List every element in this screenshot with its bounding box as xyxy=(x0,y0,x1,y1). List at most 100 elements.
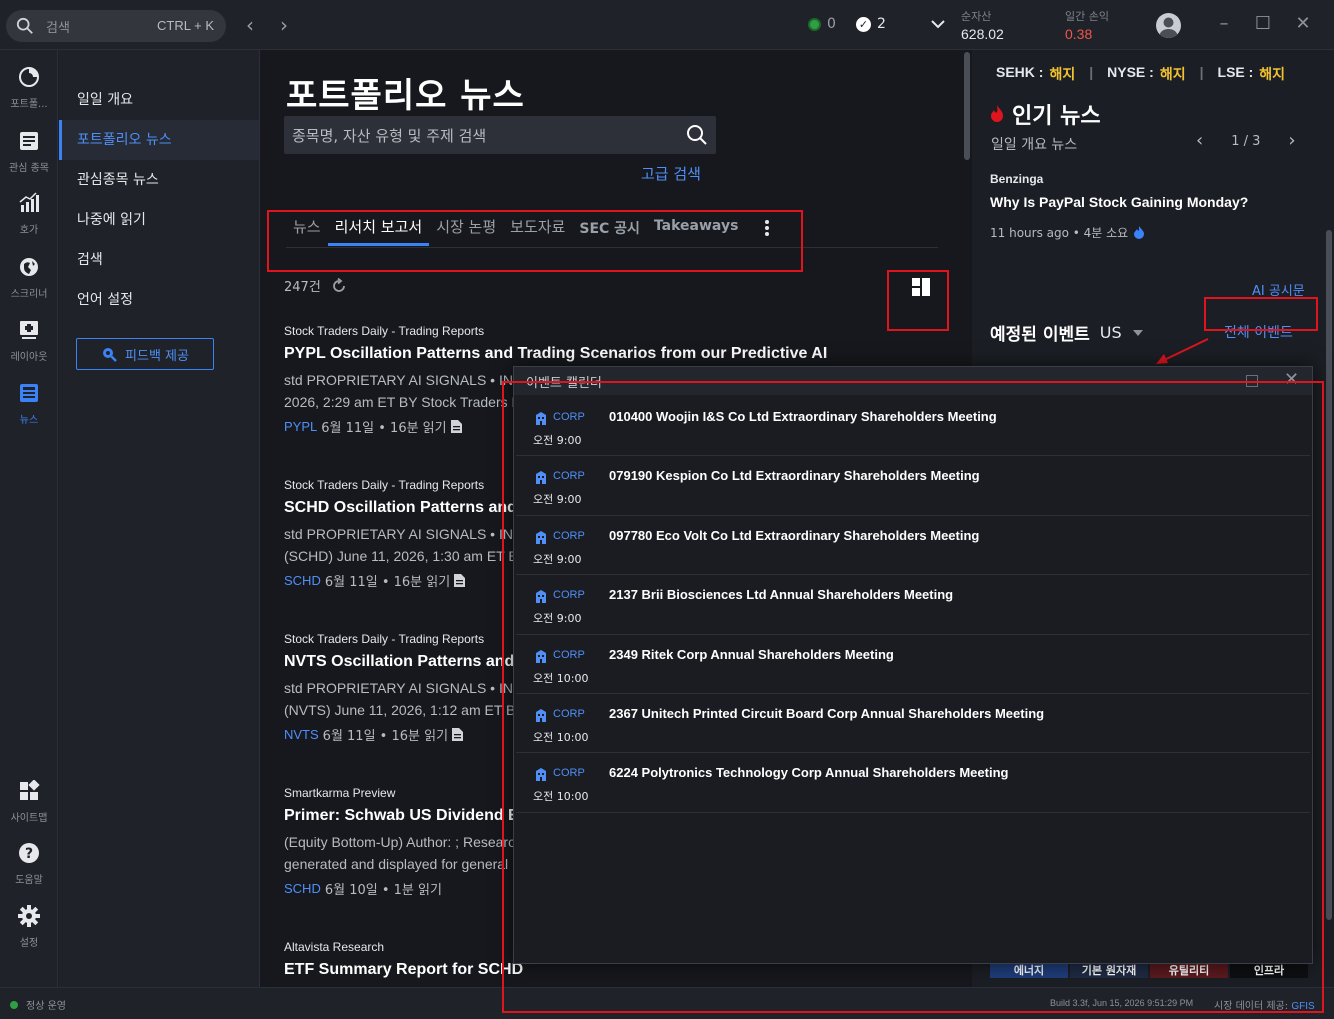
sector-tile[interactable]: 에너지 xyxy=(990,964,1068,978)
event-calendar-window[interactable]: 이벤트 캘린더 ✕ CORP 오전 9:00 010400 Woojin I&S… xyxy=(513,366,1313,964)
news-ticker[interactable]: SCHD xyxy=(284,573,321,588)
search-shortcut: CTRL + K xyxy=(157,18,214,33)
tab-research-reports[interactable]: 리서치 보고서 xyxy=(327,214,430,246)
rail-item-screener[interactable]: 스크리너 xyxy=(0,256,58,300)
data-provider-name[interactable]: GFIS xyxy=(1291,1001,1314,1012)
rail-item-quote[interactable]: 호가 xyxy=(0,192,58,236)
subnav-item-portfolio-news[interactable]: 포트폴리오 뉴스 xyxy=(59,120,259,160)
event-name[interactable]: 010400 Woojin I&S Co Ltd Extraordinary S… xyxy=(609,409,997,424)
net-assets-label: 순자산 xyxy=(961,10,992,23)
tab-market-commentary[interactable]: 시장 논평 xyxy=(429,214,503,246)
building-icon xyxy=(536,590,546,604)
more-options-icon[interactable] xyxy=(757,218,777,238)
event-name[interactable]: 2137 Brii Biosciences Ltd Annual Shareho… xyxy=(609,587,953,602)
sector-tile[interactable]: 인프라 xyxy=(1230,964,1308,978)
daily-pnl-value: 0.38 xyxy=(1065,26,1093,42)
news-ticker[interactable]: SCHD xyxy=(284,881,321,896)
right-scrollbar-thumb[interactable] xyxy=(1326,230,1332,920)
rail-label: 포트폴... xyxy=(10,99,48,110)
rail-item-news[interactable]: 뉴스 xyxy=(0,382,58,426)
subnav-item-daily-overview[interactable]: 일일 개요 xyxy=(59,80,259,120)
news-ticker[interactable]: NVTS xyxy=(284,727,319,742)
news-ticker[interactable]: PYPL xyxy=(284,419,317,434)
forward-arrow-icon[interactable]: › xyxy=(274,14,294,36)
news-subnav: 일일 개요 포트폴리오 뉴스 관심종목 뉴스 나중에 읽기 검색 언어 설정 피… xyxy=(59,50,260,987)
rail-item-layout[interactable]: 레이아웃 xyxy=(0,319,58,363)
list-item[interactable]: CORP 오전 10:00 2349 Ritek Corp Annual Sha… xyxy=(516,635,1310,694)
subnav-item-language[interactable]: 언어 설정 xyxy=(59,280,259,320)
divider: | xyxy=(1199,64,1204,80)
exchange-state: 해지 xyxy=(1259,66,1286,82)
event-time: 오전 9:00 xyxy=(533,552,582,566)
event-name[interactable]: 079190 Kespion Co Ltd Extraordinary Shar… xyxy=(609,468,980,483)
avatar[interactable] xyxy=(1156,13,1181,38)
hot-news-headline[interactable]: Why Is PayPal Stock Gaining Monday? xyxy=(990,194,1248,210)
all-events-link[interactable]: 전체 이벤트 xyxy=(1224,322,1293,342)
list-item[interactable]: CORP 오전 9:00 097780 Eco Volt Co Ltd Extr… xyxy=(516,516,1310,576)
list-item[interactable]: CORP 오전 9:00 079190 Kespion Co Ltd Extra… xyxy=(516,456,1310,516)
rail-item-sitemap[interactable]: 사이트맵 xyxy=(0,779,58,824)
subnav-item-search[interactable]: 검색 xyxy=(59,240,259,280)
search-icon[interactable] xyxy=(686,124,708,146)
sector-strip: 에너지 기본 원자재 유틸리티 인프라 xyxy=(990,964,1308,978)
close-icon[interactable]: ✕ xyxy=(1284,371,1299,389)
screener-icon xyxy=(20,258,38,276)
popup-titlebar[interactable]: 이벤트 캘린더 ✕ xyxy=(514,367,1312,395)
pager-prev-icon[interactable]: ‹ xyxy=(1196,132,1203,150)
completed-tasks[interactable]: ✓ 2 xyxy=(856,16,886,32)
connection-status[interactable]: 0 xyxy=(808,16,836,32)
main-scrollbar-thumb[interactable] xyxy=(964,52,970,160)
tab-takeaways[interactable]: Takeaways xyxy=(647,214,745,246)
minimize-icon[interactable]: – xyxy=(1214,14,1234,34)
subnav-item-read-later[interactable]: 나중에 읽기 xyxy=(59,200,259,240)
rail-item-portfolio[interactable]: 포트폴... xyxy=(0,66,58,110)
status-dot-icon xyxy=(808,17,821,31)
gear-icon xyxy=(18,905,40,927)
rail-item-watchlist[interactable]: 관심 종목 xyxy=(0,130,58,174)
maximize-icon[interactable] xyxy=(1246,375,1258,387)
event-name[interactable]: 2349 Ritek Corp Annual Shareholders Meet… xyxy=(609,647,894,662)
close-icon[interactable]: ✕ xyxy=(1293,14,1313,34)
news-date-read: 6월 11일 • 16분 읽기 xyxy=(324,575,451,590)
tab-press-releases[interactable]: 보도자료 xyxy=(503,214,572,246)
event-name[interactable]: 6224 Polytronics Technology Corp Annual … xyxy=(609,765,1008,780)
refresh-icon[interactable] xyxy=(331,277,347,294)
back-arrow-icon[interactable]: ‹ xyxy=(240,14,260,36)
list-item[interactable]: CORP 오전 9:00 010400 Woojin I&S Co Ltd Ex… xyxy=(516,397,1310,457)
building-icon xyxy=(536,530,546,544)
news-date-read: 6월 11일 • 16분 읽기 xyxy=(321,421,447,436)
net-assets: 순자산 628.02 xyxy=(961,8,1004,42)
global-search-input[interactable]: 검색 CTRL + K xyxy=(6,10,226,42)
layout-toggle-icon[interactable] xyxy=(912,278,930,296)
event-type-tag: CORP xyxy=(553,411,585,423)
tab-sec-filings[interactable]: SEC 공시 xyxy=(572,214,647,246)
maximize-icon[interactable]: ☐ xyxy=(1253,14,1273,34)
data-provider: 시장 데이터 제공: GFIS xyxy=(1214,997,1315,1012)
news-search-input[interactable]: 종목명, 자산 유형 및 주제 검색 xyxy=(284,116,716,154)
region-select[interactable]: US xyxy=(1100,323,1122,342)
list-item[interactable]: CORP 오전 10:00 6224 Polytronics Technolog… xyxy=(516,753,1310,813)
feedback-button[interactable]: 피드백 제공 xyxy=(76,338,214,370)
list-item[interactable]: CORP 오전 10:00 2367 Unitech Printed Circu… xyxy=(516,694,1310,754)
ai-disclosure-link[interactable]: AI 공시문 xyxy=(1252,280,1305,299)
sector-tile[interactable]: 유틸리티 xyxy=(1150,964,1228,978)
event-name[interactable]: 097780 Eco Volt Co Ltd Extraordinary Sha… xyxy=(609,528,979,543)
list-item[interactable]: CORP 오전 9:00 2137 Brii Biosciences Ltd A… xyxy=(516,575,1310,635)
event-name[interactable]: 2367 Unitech Printed Circuit Board Corp … xyxy=(609,706,1044,721)
pager-next-icon[interactable]: › xyxy=(1288,132,1295,150)
advanced-search-link[interactable]: 고급 검색 xyxy=(641,163,701,184)
caret-down-icon[interactable] xyxy=(1132,329,1144,337)
document-icon xyxy=(454,574,466,587)
net-assets-value: 628.02 xyxy=(961,26,1004,42)
hot-news-title: 인기 뉴스 xyxy=(1012,104,1101,129)
sector-tile[interactable]: 기본 원자재 xyxy=(1070,964,1148,978)
chevron-down-icon[interactable] xyxy=(930,16,946,32)
subnav-item-watchlist-news[interactable]: 관심종목 뉴스 xyxy=(59,160,259,200)
news-title[interactable]: PYPL Oscillation Patterns and Trading Sc… xyxy=(284,345,944,363)
hot-news-subtitle: 일일 개요 뉴스 xyxy=(991,137,1078,153)
rail-item-settings[interactable]: 설정 xyxy=(0,905,58,949)
news-icon xyxy=(20,384,38,402)
building-icon xyxy=(536,649,546,663)
rail-item-help[interactable]: ? 도움말 xyxy=(0,842,58,886)
tab-news[interactable]: 뉴스 xyxy=(286,214,328,246)
